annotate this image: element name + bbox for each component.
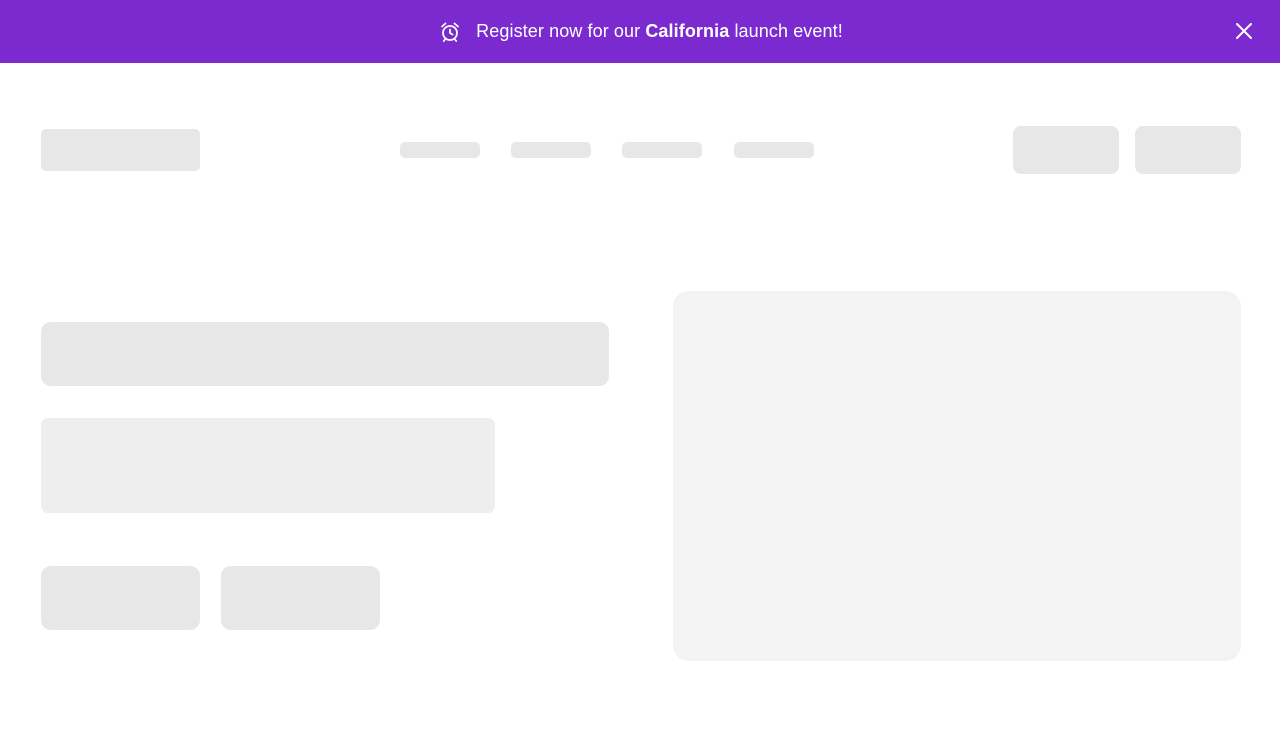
hero-description-placeholder xyxy=(41,418,495,513)
announcement-banner: Register now for our California launch e… xyxy=(0,0,1280,63)
logo-placeholder xyxy=(41,129,200,171)
hero-primary-button-placeholder[interactable] xyxy=(41,566,200,630)
alarm-clock-icon xyxy=(439,21,461,43)
hero-secondary-button-placeholder[interactable] xyxy=(221,566,380,630)
nav-item-placeholder[interactable] xyxy=(511,142,591,158)
banner-text-emphasis: California xyxy=(645,21,730,41)
banner-text: Register now for our California launch e… xyxy=(476,21,843,42)
banner-message: Register now for our California launch e… xyxy=(0,0,1280,63)
hero-heading-placeholder xyxy=(41,322,609,386)
banner-text-before: Register now for our xyxy=(476,21,646,41)
close-icon xyxy=(1236,23,1252,39)
header-button-placeholder[interactable] xyxy=(1013,126,1119,174)
close-banner-button[interactable] xyxy=(1234,21,1254,41)
nav-item-placeholder[interactable] xyxy=(400,142,480,158)
header-button-placeholder[interactable] xyxy=(1135,126,1241,174)
hero-image-placeholder xyxy=(673,291,1241,661)
nav-item-placeholder[interactable] xyxy=(622,142,702,158)
nav-item-placeholder[interactable] xyxy=(734,142,814,158)
banner-text-after: launch event! xyxy=(729,21,843,41)
